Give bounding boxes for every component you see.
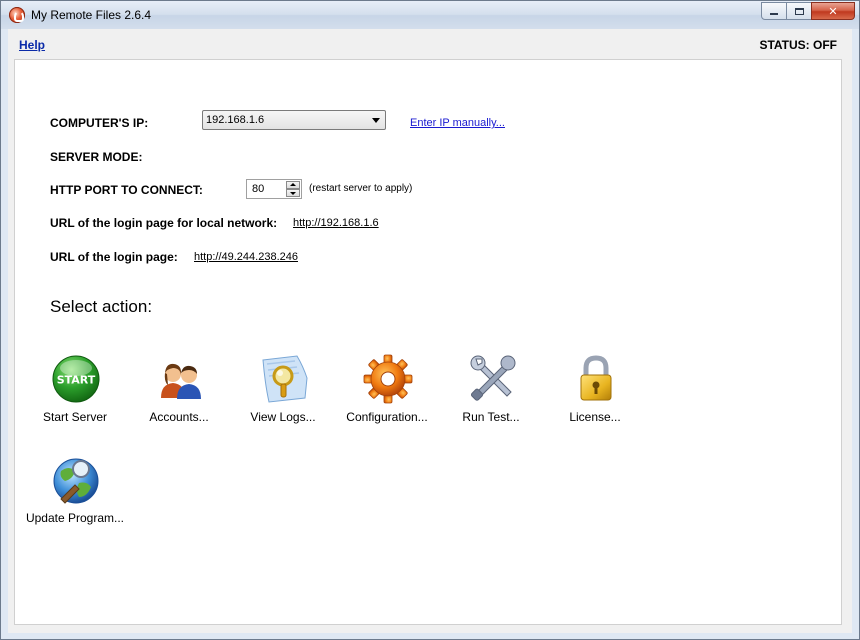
local-url-label: URL of the login page for local network: [50, 216, 278, 230]
configuration-button[interactable]: Configuration... [337, 354, 437, 434]
maximize-icon [794, 7, 804, 15]
accounts-icon [161, 363, 201, 399]
port-label: HTTP PORT TO CONNECT: [50, 183, 203, 197]
view-logs-label: View Logs... [250, 410, 316, 424]
start-badge-text: START [57, 374, 96, 387]
start-icon: START [52, 355, 100, 403]
public-url-label: URL of the login page: [50, 250, 178, 264]
arrow-up-icon [290, 183, 296, 186]
ip-select-value: 192.168.1.6 [206, 114, 265, 126]
chevron-down-icon [372, 118, 380, 123]
port-hint: (restart server to apply) [309, 183, 413, 194]
title-bar[interactable]: My Remote Files 2.6.4 ✕ [1, 1, 859, 29]
stepper-buttons [286, 181, 300, 197]
gear-icon [363, 354, 413, 404]
stepper-down-button[interactable] [286, 189, 300, 197]
close-button[interactable]: ✕ [811, 2, 855, 20]
arrow-down-icon [290, 192, 296, 195]
wrench-icon [470, 355, 516, 401]
server-mode-label: SERVER MODE: [50, 150, 143, 164]
help-menu-link[interactable]: Help [19, 38, 45, 52]
app-logo-icon [9, 7, 25, 23]
status-indicator: STATUS: OFF [759, 38, 837, 52]
app-window: My Remote Files 2.6.4 ✕ Help STATUS: OFF… [0, 0, 860, 640]
lock-icon [580, 355, 612, 401]
configuration-label: Configuration... [346, 410, 428, 424]
start-server-button[interactable]: START Start Server [25, 354, 125, 434]
client-area: Help STATUS: OFF COMPUTER'S IP: 192.168.… [8, 29, 852, 633]
license-button[interactable]: License... [545, 354, 645, 434]
update-program-button[interactable]: Update Program... [25, 455, 125, 535]
maximize-button[interactable] [786, 2, 812, 20]
enter-ip-manually-link[interactable]: Enter IP manually... [410, 117, 505, 129]
start-server-label: Start Server [42, 410, 108, 424]
minimize-button[interactable] [761, 2, 787, 20]
license-label: License... [569, 410, 621, 424]
window-title: My Remote Files 2.6.4 [31, 8, 152, 22]
port-stepper[interactable]: 80 [246, 179, 302, 199]
update-program-label: Update Program... [25, 511, 125, 525]
main-panel: COMPUTER'S IP: 192.168.1.6 Enter IP manu… [14, 59, 842, 625]
update-globe-icon [53, 458, 99, 504]
ip-label: COMPUTER'S IP: [50, 116, 149, 130]
port-value: 80 [252, 183, 265, 195]
accounts-label: Accounts... [149, 410, 209, 424]
view-logs-icon [262, 355, 308, 403]
view-logs-button[interactable]: View Logs... [233, 354, 333, 434]
ip-select[interactable]: 192.168.1.6 [202, 110, 386, 130]
accounts-button[interactable]: Accounts... [129, 354, 229, 434]
public-url-link[interactable]: http://49.244.238.246 [194, 251, 298, 263]
run-test-label: Run Test... [462, 410, 520, 424]
caption-buttons: ✕ [761, 2, 855, 20]
close-icon: ✕ [828, 5, 838, 18]
run-test-button[interactable]: Run Test... [441, 354, 541, 434]
select-action-heading: Select action: [50, 297, 153, 316]
local-url-link[interactable]: http://192.168.1.6 [293, 217, 379, 229]
minimize-icon [770, 13, 778, 15]
stepper-up-button[interactable] [286, 181, 300, 189]
